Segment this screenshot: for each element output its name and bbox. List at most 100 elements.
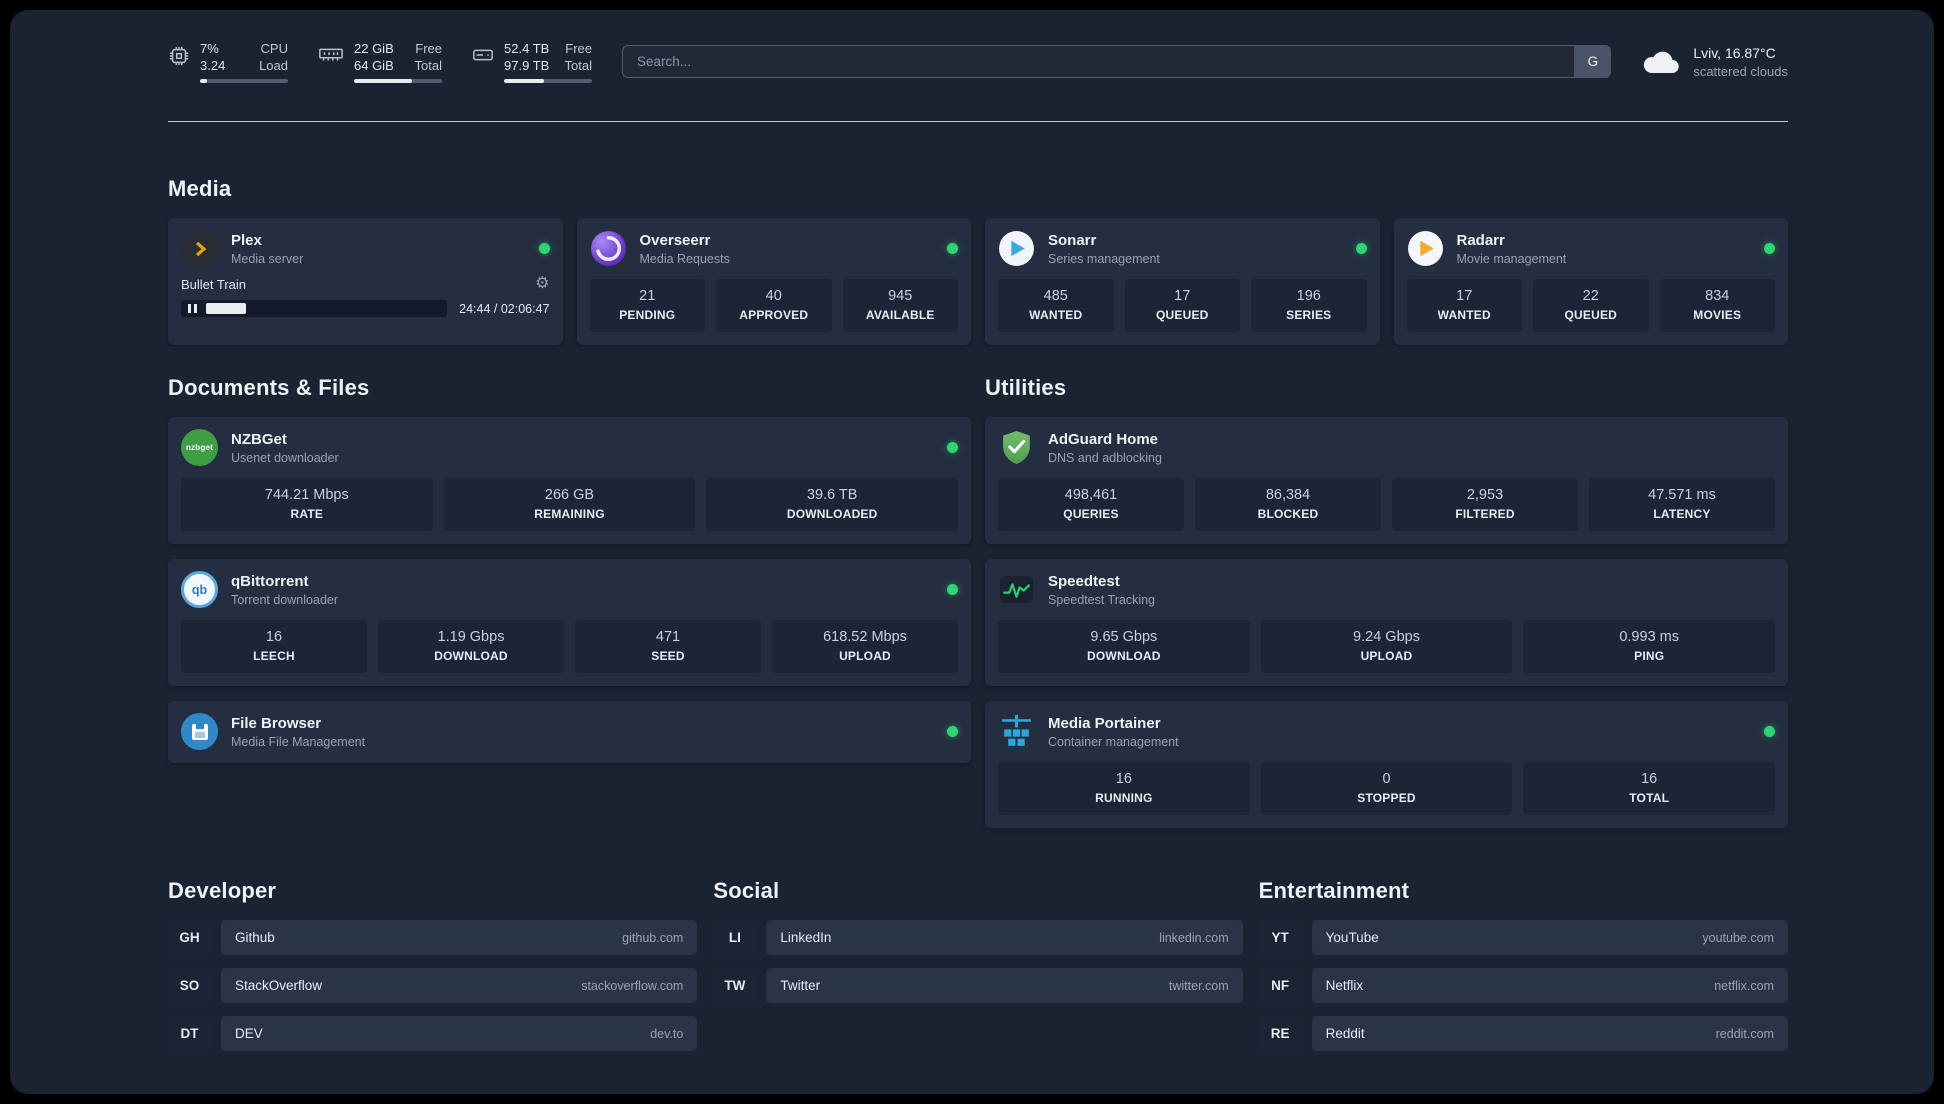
link-pill[interactable]: LinkedIn linkedin.com xyxy=(766,920,1243,955)
card-nzbget[interactable]: nzbget NZBGet Usenet downloader 744.21 M… xyxy=(168,417,971,544)
stat-downloaded: 39.6 TB DOWNLOADED xyxy=(706,478,959,531)
stat-filtered: 2,953 FILTERED xyxy=(1392,478,1578,531)
cpu-chip-icon xyxy=(169,46,189,66)
cpu-percent: 7% xyxy=(200,41,219,56)
link-reddit[interactable]: RE Reddit reddit.com xyxy=(1258,1016,1788,1051)
stat-queries: 498,461 QUERIES xyxy=(998,478,1184,531)
memory-total-label: Total xyxy=(414,58,442,73)
link-stackoverflow[interactable]: SO StackOverflow stackoverflow.com xyxy=(168,968,698,1003)
radarr-icon xyxy=(1407,230,1444,267)
memory-usage-bar xyxy=(354,79,442,83)
app-description: Torrent downloader xyxy=(231,592,339,607)
link-pill[interactable]: YouTube youtube.com xyxy=(1311,920,1788,955)
disk-total-value: 97.9 TB xyxy=(504,58,550,73)
dev-abbr-icon: DT xyxy=(168,1016,211,1051)
app-name: Radarr xyxy=(1456,231,1505,249)
stat-blocked: 86,384 BLOCKED xyxy=(1195,478,1381,531)
link-pill[interactable]: Reddit reddit.com xyxy=(1311,1016,1788,1051)
documents-files-column: Documents & Files nzbget NZBGet Usenet d… xyxy=(168,375,971,763)
link-pill[interactable]: Twitter twitter.com xyxy=(766,968,1243,1003)
app-name: Sonarr xyxy=(1048,231,1097,249)
stat-wanted: 17 WANTED xyxy=(1406,279,1522,332)
search-input[interactable] xyxy=(622,45,1612,78)
disk-usage-bar xyxy=(504,79,592,83)
link-linkedin[interactable]: LI LinkedIn linkedin.com xyxy=(713,920,1243,955)
filebrowser-meta: File Browser Media File Management xyxy=(231,715,365,749)
stat-running: 16 RUNNING xyxy=(998,762,1250,815)
card-sonarr[interactable]: Sonarr Series management 485 WANTED 17 Q… xyxy=(985,218,1380,345)
cpu-usage-fill xyxy=(200,79,208,83)
card-filebrowser[interactable]: File Browser Media File Management xyxy=(168,701,971,763)
section-title-media: Media xyxy=(168,176,232,201)
stat-queued: 17 QUEUED xyxy=(1124,279,1240,332)
reddit-abbr-icon: RE xyxy=(1258,1016,1302,1051)
disk-widget: 52.4 TB Free 97.9 TB Total xyxy=(472,40,592,83)
stat-approved: 40 APPROVED xyxy=(716,279,832,332)
link-dev[interactable]: DT DEV dev.to xyxy=(168,1016,698,1051)
link-pill[interactable]: StackOverflow stackoverflow.com xyxy=(221,968,698,1003)
stat-seed: 471 SEED xyxy=(575,620,761,673)
stat-stopped: 0 STOPPED xyxy=(1260,762,1513,815)
stat-ping: 0.993 ms PING xyxy=(1523,620,1776,673)
app-name: NZBGet xyxy=(231,430,287,448)
search-provider-button[interactable]: G xyxy=(1574,45,1612,78)
overseerr-icon xyxy=(590,230,627,267)
app-name: Plex xyxy=(231,231,262,249)
linkedin-abbr-icon: LI xyxy=(713,920,757,955)
link-twitter[interactable]: TW Twitter twitter.com xyxy=(713,968,1243,1003)
card-adguard[interactable]: AdGuard Home DNS and adblocking 498,461 … xyxy=(985,417,1788,544)
adguard-icon xyxy=(998,429,1035,466)
memory-free-value: 22 GiB xyxy=(354,41,394,56)
settings-gear-icon[interactable]: ⚙ xyxy=(535,276,549,292)
disk-free-value: 52.4 TB xyxy=(504,41,550,56)
adguard-meta: AdGuard Home DNS and adblocking xyxy=(1048,431,1162,465)
link-url: reddit.com xyxy=(1715,1026,1774,1041)
link-url: dev.to xyxy=(650,1026,684,1041)
app-name: File Browser xyxy=(231,714,322,732)
card-overseerr[interactable]: Overseerr Media Requests 21 PENDING 40 A… xyxy=(576,218,971,345)
app-name: Overseerr xyxy=(639,231,711,249)
card-plex[interactable]: Plex Media server Bullet Train ⚙ 24:44 /… xyxy=(168,218,563,345)
card-portainer[interactable]: Media Portainer Container management 16 … xyxy=(985,701,1788,828)
stat-queued: 22 QUEUED xyxy=(1533,279,1649,332)
link-youtube[interactable]: YT YouTube youtube.com xyxy=(1258,920,1788,955)
link-github[interactable]: GH Github github.com xyxy=(168,920,698,955)
link-url: netflix.com xyxy=(1714,978,1774,993)
stat-remaining: 266 GB REMAINING xyxy=(443,478,696,531)
card-speedtest[interactable]: Speedtest Speedtest Tracking 9.65 Gbps D… xyxy=(985,559,1788,686)
status-dot xyxy=(947,584,958,595)
top-bar: 7% CPU 3.24 Load 22 GiB Free 64 GiB Tota… xyxy=(10,10,1934,83)
youtube-abbr-icon: YT xyxy=(1258,920,1302,955)
ram-icon xyxy=(319,48,343,61)
playback-progress-bar[interactable] xyxy=(181,300,448,317)
netflix-abbr-icon: NF xyxy=(1258,968,1302,1003)
app-name: AdGuard Home xyxy=(1048,430,1159,448)
app-description: Media File Management xyxy=(231,734,366,749)
app-description: Usenet downloader xyxy=(231,450,339,465)
developer-section: Developer GH Github github.com SO StackO… xyxy=(168,878,698,1051)
link-netflix[interactable]: NF Netflix netflix.com xyxy=(1258,968,1788,1003)
stat-total: 16 TOTAL xyxy=(1523,762,1776,815)
qbittorrent-icon: qb xyxy=(181,571,218,608)
stat-download: 9.65 Gbps DOWNLOAD xyxy=(998,620,1250,673)
link-name: Reddit xyxy=(1325,1026,1365,1041)
qbittorrent-meta: qBittorrent Torrent downloader xyxy=(231,573,338,607)
stat-download: 1.19 Gbps DOWNLOAD xyxy=(378,620,564,673)
link-name: Twitter xyxy=(780,978,821,993)
weather-widget[interactable]: Lviv, 16.87°C scattered clouds xyxy=(1641,45,1788,79)
app-description: DNS and adblocking xyxy=(1048,450,1162,465)
card-radarr[interactable]: Radarr Movie management 17 WANTED 22 QUE… xyxy=(1393,218,1788,345)
link-pill[interactable]: DEV dev.to xyxy=(221,1016,698,1051)
status-dot xyxy=(1764,726,1775,737)
link-name: StackOverflow xyxy=(235,978,323,993)
dashboard: 7% CPU 3.24 Load 22 GiB Free 64 GiB Tota… xyxy=(10,10,1934,1094)
portainer-meta: Media Portainer Container management xyxy=(1048,715,1179,749)
link-pill[interactable]: Netflix netflix.com xyxy=(1311,968,1788,1003)
section-title-utilities: Utilities xyxy=(985,375,1067,400)
section-title-developer: Developer xyxy=(168,878,277,903)
pause-icon[interactable] xyxy=(188,304,197,313)
card-qbittorrent[interactable]: qb qBittorrent Torrent downloader 16 LEE… xyxy=(168,559,971,686)
app-description: Speedtest Tracking xyxy=(1048,592,1156,607)
link-pill[interactable]: Github github.com xyxy=(221,920,698,955)
link-name: YouTube xyxy=(1325,930,1379,945)
